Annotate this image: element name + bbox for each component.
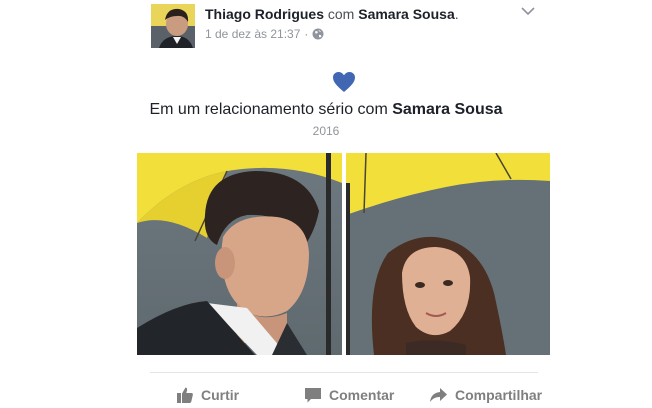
photo-right[interactable] [346, 153, 550, 355]
comment-label: Comentar [329, 387, 395, 403]
chevron-down-icon[interactable] [519, 2, 537, 20]
avatar-image [151, 4, 195, 48]
post-timestamp[interactable]: 1 de dez às 21:37 [205, 27, 300, 41]
period: . [454, 6, 459, 22]
life-event-text: Em um relacionamento sério com [149, 101, 388, 118]
photo-left[interactable] [137, 153, 342, 355]
man-under-umbrella-image [137, 153, 342, 355]
tagged-name[interactable]: Samara Sousa [358, 6, 455, 22]
like-button[interactable]: Curtir [176, 383, 239, 407]
life-event-title: Em um relacionamento sério com Samara So… [0, 101, 652, 119]
thumbs-up-icon [177, 387, 193, 403]
share-button[interactable]: Compartilhar [429, 383, 542, 407]
comment-button[interactable]: Comentar [304, 383, 394, 407]
actions-divider [150, 372, 538, 373]
meta-separator: · [304, 27, 309, 41]
post-meta: 1 de dez às 21:37 · [205, 27, 324, 41]
comment-icon [305, 388, 321, 403]
like-label: Curtir [201, 387, 240, 403]
author-avatar[interactable] [151, 4, 195, 48]
partner-name[interactable]: Samara Sousa [392, 101, 502, 118]
share-arrow-icon [430, 388, 447, 402]
post-author-line: Thiago Rodrigues com Samara Sousa. [205, 6, 459, 22]
life-event-year: 2016 [312, 124, 340, 138]
woman-under-umbrella-image [346, 153, 550, 355]
globe-icon[interactable] [312, 28, 324, 40]
share-label: Compartilhar [455, 387, 543, 403]
with-connector: com [327, 6, 355, 22]
heart-icon [333, 72, 355, 92]
author-name[interactable]: Thiago Rodrigues [205, 6, 324, 22]
